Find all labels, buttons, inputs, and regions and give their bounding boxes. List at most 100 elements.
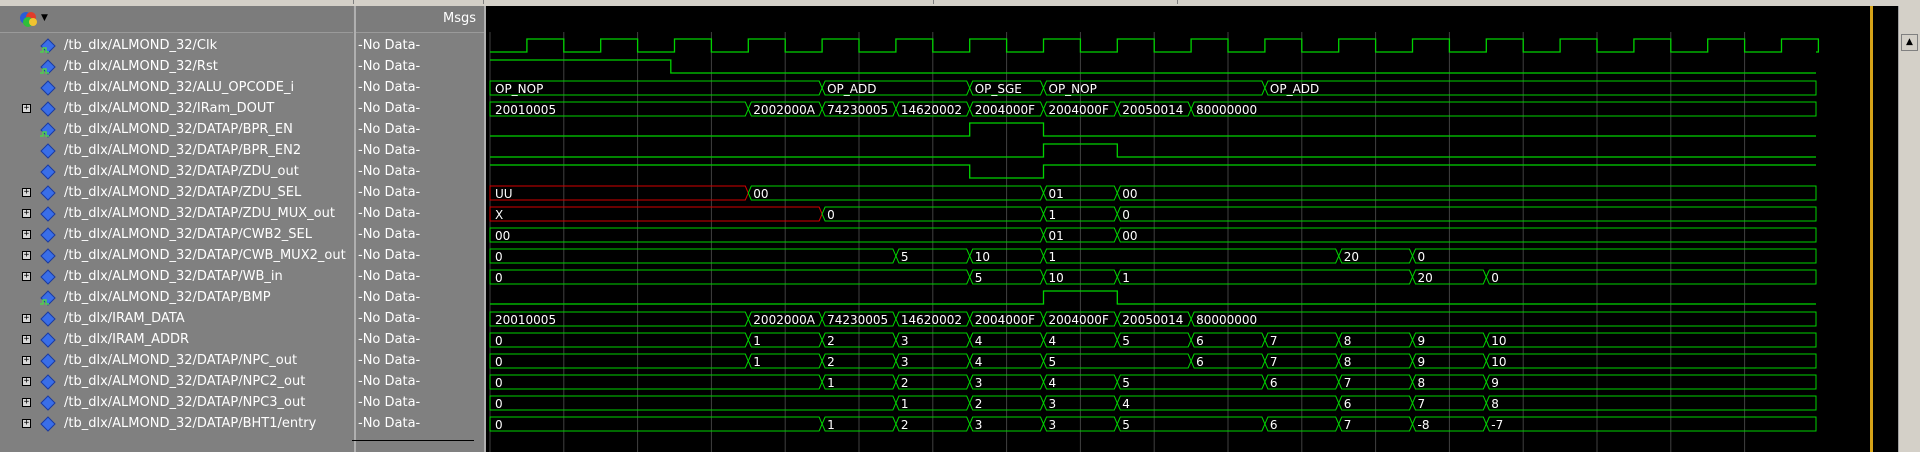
expand-plus-icon[interactable]: + (22, 398, 31, 407)
signal-row[interactable]: /tb_dlx/ALMOND_32/ALU_OPCODE_i (0, 78, 353, 99)
bus-value-label: 4 (1049, 376, 1057, 390)
bus-value-label: 1 (1049, 208, 1057, 222)
bus-segment (489, 248, 897, 264)
signal-row[interactable]: + /tb_dlx/ALMOND_32/DATAP/WB_in (0, 267, 353, 288)
signal-row[interactable]: + /tb_dlx/ALMOND_32/DATAP/NPC_out (0, 351, 353, 372)
signal-msg-value: -No Data- (358, 206, 421, 221)
bus-value-label: 4 (1122, 397, 1130, 411)
bus-value-label: 2 (975, 397, 983, 411)
expand-plus-icon[interactable]: + (22, 230, 31, 239)
bus-segment (1116, 374, 1266, 390)
signal-row[interactable]: + /tb_dlx/ALMOND_32/IRam_DOUT (0, 99, 353, 120)
expand-plus-icon[interactable]: + (22, 251, 31, 260)
signal-name: /tb_dlx/ALMOND_32/DATAP/NPC3_out (64, 395, 306, 410)
bus-value-label: 3 (975, 418, 983, 432)
expand-plus-icon[interactable]: + (22, 188, 31, 197)
signal-name: /tb_dlx/ALMOND_32/Rst (64, 59, 218, 74)
signal-row[interactable]: /tb_dlx/ALMOND_32/DATAP/BPR_EN2 (0, 141, 353, 162)
bus-value-label: X (495, 208, 503, 222)
signal-name: /tb_dlx/ALMOND_32/DATAP/CWB2_SEL (64, 227, 312, 242)
signal-name: /tb_dlx/IRAM_ADDR (64, 332, 190, 347)
signal-row[interactable]: /tb_dlx/ALMOND_32/Rst (0, 57, 353, 78)
diamond-signal-icon (40, 101, 56, 117)
bit-wave (490, 164, 1816, 179)
bus-value-label: OP_SGE (975, 82, 1022, 96)
msgs-label: Msgs (442, 11, 476, 26)
signal-row[interactable]: /tb_dlx/ALMOND_32/DATAP/BPR_EN (0, 120, 353, 141)
signal-row[interactable]: + /tb_dlx/IRAM_DATA (0, 309, 353, 330)
signal-row[interactable]: /tb_dlx/ALMOND_32/DATAP/ZDU_out (0, 162, 353, 183)
bus-value-label: 20050014 (1122, 313, 1183, 327)
vertical-scrollbar[interactable]: ▲ (1898, 6, 1920, 452)
signal-msg-value: -No Data- (358, 374, 421, 389)
bus-value-label: 1 (1049, 250, 1057, 264)
bus-value-label: 4 (975, 355, 983, 369)
bus-value-label: 01 (1049, 229, 1064, 243)
signal-row[interactable]: /tb_dlx/ALMOND_32/DATAP/BMP (0, 288, 353, 309)
waveform-canvas[interactable]: OP_NOP OP_ADD OP_SGE OP_NOP OP_ADD20010005 20… (486, 6, 1900, 452)
signal-msg-value: -No Data- (358, 185, 421, 200)
bus-value-label: 0 (1491, 271, 1499, 285)
bus-value-label: 9 (1418, 334, 1426, 348)
bus-value-label: 14620002 (901, 313, 962, 327)
bus-value-label: 2002000A (753, 103, 815, 117)
bus-value-label: 7 (1344, 376, 1352, 390)
dropdown-arrow-icon[interactable]: ▼ (41, 13, 48, 23)
signal-name: /tb_dlx/ALMOND_32/DATAP/CWB_MUX2_out (64, 248, 346, 263)
signal-msg-value: -No Data- (358, 122, 421, 137)
bus-value-label: 00 (1122, 187, 1137, 201)
bus-value-label: 80000000 (1196, 313, 1257, 327)
bus-value-label: 2002000A (753, 313, 815, 327)
bus-value-label: 20050014 (1122, 103, 1183, 117)
bus-value-label: 5 (901, 250, 909, 264)
signal-msg-value: -No Data- (358, 395, 421, 410)
signal-name: /tb_dlx/ALMOND_32/ALU_OPCODE_i (64, 80, 295, 95)
expand-plus-icon[interactable]: + (22, 335, 31, 344)
bus-value-label: 7 (1418, 397, 1426, 411)
scroll-up-arrow-icon[interactable]: ▲ (1901, 34, 1918, 51)
signal-row[interactable]: + /tb_dlx/ALMOND_32/DATAP/CWB_MUX2_out (0, 246, 353, 267)
bus-segment (1485, 332, 1817, 348)
bus-value-label: 2 (901, 376, 909, 390)
wave-logo-icon[interactable] (18, 10, 40, 28)
bus-segment (1485, 353, 1817, 369)
expand-plus-icon[interactable]: + (22, 209, 31, 218)
bus-segment (489, 332, 749, 348)
bus-value-label: 0 (495, 334, 503, 348)
waveform-pane[interactable]: OP_NOP OP_ADD OP_SGE OP_NOP OP_ADD 20010005 20… (484, 6, 1900, 452)
signal-name: /tb_dlx/ALMOND_32/DATAP/WB_in (64, 269, 283, 284)
msgs-pane: Msgs -No Data- -No Data- -No Data- -No Data… (354, 6, 484, 452)
signal-row[interactable]: + /tb_dlx/ALMOND_32/DATAP/ZDU_MUX_out (0, 204, 353, 225)
bus-value-label: 3 (901, 355, 909, 369)
diamond-signal-icon (40, 332, 56, 348)
signal-row[interactable]: + /tb_dlx/IRAM_ADDR (0, 330, 353, 351)
bus-value-label: 20010005 (495, 103, 556, 117)
expand-plus-icon[interactable]: + (22, 356, 31, 365)
bit-wave (490, 38, 1820, 53)
expand-plus-icon[interactable]: + (22, 314, 31, 323)
bus-value-label: 1 (1122, 271, 1130, 285)
signal-msg-value: -No Data- (358, 38, 421, 53)
expand-plus-icon[interactable]: + (22, 377, 31, 386)
bus-value-label: 1 (827, 418, 835, 432)
signal-row[interactable]: /tb_dlx/ALMOND_32/Clk (0, 36, 353, 57)
bus-value-label: 0 (827, 208, 835, 222)
expand-plus-icon[interactable]: + (22, 104, 31, 113)
bus-value-label: 8 (1344, 334, 1352, 348)
clock-signal-icon (40, 59, 56, 75)
signal-row[interactable]: + /tb_dlx/ALMOND_32/DATAP/BHT1/entry (0, 414, 353, 435)
time-cursor[interactable] (1870, 6, 1873, 452)
bus-value-label: 7 (1344, 418, 1352, 432)
expand-plus-icon[interactable]: + (22, 272, 31, 281)
diamond-signal-icon (40, 185, 56, 201)
signal-row[interactable]: + /tb_dlx/ALMOND_32/DATAP/NPC2_out (0, 372, 353, 393)
bus-value-label: 0 (495, 397, 503, 411)
signal-row[interactable]: + /tb_dlx/ALMOND_32/DATAP/ZDU_SEL (0, 183, 353, 204)
signal-row[interactable]: + /tb_dlx/ALMOND_32/DATAP/NPC3_out (0, 393, 353, 414)
bus-segment (1116, 185, 1817, 201)
signal-name: /tb_dlx/ALMOND_32/DATAP/ZDU_out (64, 164, 299, 179)
signal-row[interactable]: + /tb_dlx/ALMOND_32/DATAP/CWB2_SEL (0, 225, 353, 246)
bus-value-label: 5 (975, 271, 983, 285)
expand-plus-icon[interactable]: + (22, 419, 31, 428)
signal-name: /tb_dlx/ALMOND_32/DATAP/BHT1/entry (64, 416, 317, 431)
